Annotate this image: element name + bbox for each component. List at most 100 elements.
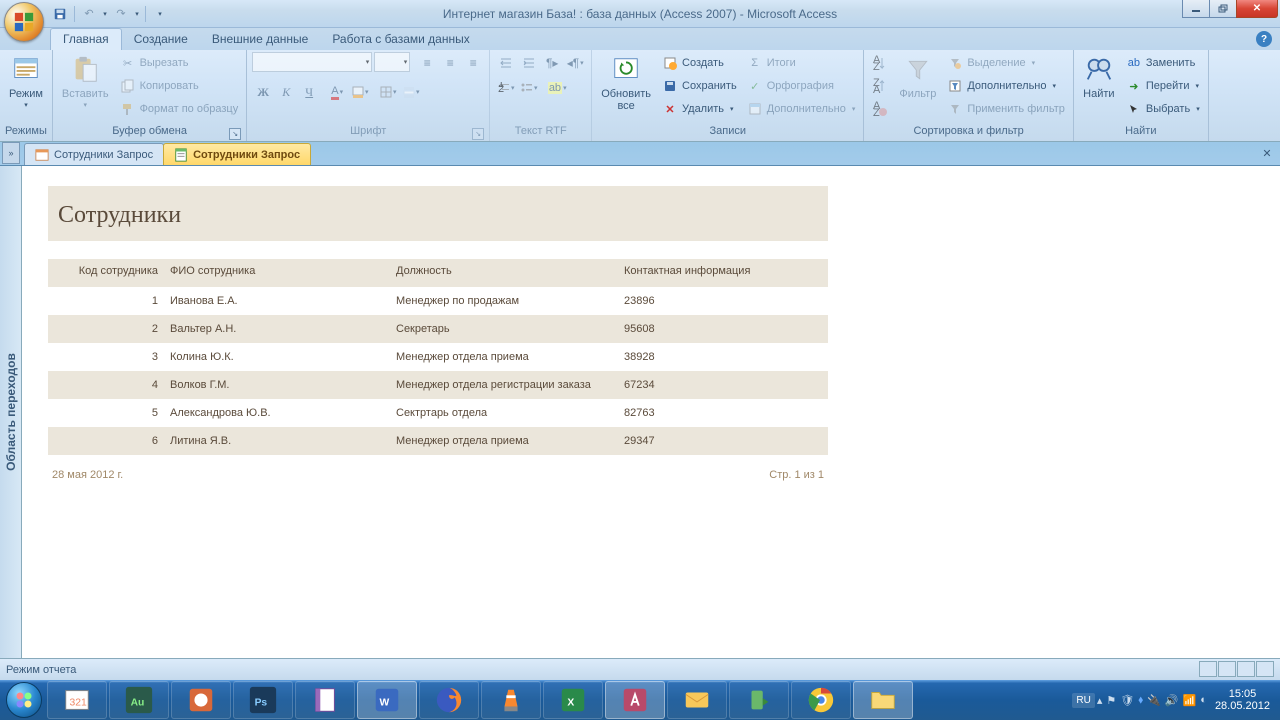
totals-button[interactable]: ΣИтоги <box>744 52 859 74</box>
bullet-list-button[interactable] <box>518 77 540 99</box>
office-button[interactable] <box>4 2 44 42</box>
copy-button[interactable]: Копировать <box>117 75 242 97</box>
tab-home[interactable]: Главная <box>50 28 122 50</box>
goto-button[interactable]: ➜Перейти▾ <box>1123 75 1203 97</box>
format-painter-button[interactable]: Формат по образцу <box>117 98 242 120</box>
spelling-button[interactable]: ✓Орфография <box>744 75 859 97</box>
close-button[interactable]: ✕ <box>1236 0 1278 18</box>
align-left-button[interactable]: ≡ <box>416 52 438 74</box>
nav-pane-toggle[interactable]: » <box>2 142 20 164</box>
bold-button[interactable]: Ж <box>252 81 274 103</box>
tray-misc-icon[interactable]: ◐ <box>1200 694 1207 706</box>
taskbar-app-chrome[interactable] <box>791 681 851 719</box>
report-row[interactable]: 6Литина Я.В.Менеджер отдела приема29347 <box>48 427 828 455</box>
increase-indent-button[interactable] <box>518 52 540 74</box>
start-button[interactable] <box>2 680 46 720</box>
more-records-button[interactable]: Дополнительно▾ <box>744 98 859 120</box>
taskbar-app-powerpoint[interactable] <box>171 681 231 719</box>
design-view-button[interactable] <box>1256 661 1274 677</box>
qat-undo-icon[interactable]: ↶ <box>79 4 99 24</box>
report-row[interactable]: 1Иванова Е.А.Менеджер по продажам23896 <box>48 287 828 315</box>
gridlines-button[interactable] <box>377 81 399 103</box>
alt-row-color-button[interactable] <box>400 81 422 103</box>
report-row[interactable]: 3Колина Ю.К.Менеджер отдела приема38928 <box>48 343 828 371</box>
tray-flag-icon[interactable]: ⚑ <box>1106 694 1116 707</box>
report-view-button[interactable] <box>1199 661 1217 677</box>
qat-save-icon[interactable] <box>50 4 70 24</box>
taskbar-app-firefox[interactable] <box>419 681 479 719</box>
ltr-button[interactable]: ¶▸ <box>541 52 563 74</box>
taskbar-app-photoshop[interactable]: Ps <box>233 681 293 719</box>
replace-button[interactable]: abЗаменить <box>1123 52 1203 74</box>
tab-external-data[interactable]: Внешние данные <box>200 29 321 50</box>
tray-clock[interactable]: 15:05 28.05.2012 <box>1209 688 1276 712</box>
restore-button[interactable] <box>1209 0 1237 18</box>
tab-create[interactable]: Создание <box>122 29 200 50</box>
new-record-button[interactable]: Создать <box>659 52 740 74</box>
delete-record-button[interactable]: ✕Удалить▾ <box>659 98 740 120</box>
tray-volume-icon[interactable]: 🔊 <box>1165 694 1179 707</box>
tray-network-icon[interactable]: 📶 <box>1183 694 1197 707</box>
taskbar-app-audition[interactable]: Au <box>109 681 169 719</box>
taskbar-app-word[interactable]: W <box>357 681 417 719</box>
minimize-button[interactable] <box>1182 0 1210 18</box>
tray-language[interactable]: RU <box>1072 693 1094 708</box>
decrease-indent-button[interactable] <box>495 52 517 74</box>
tray-power-icon[interactable]: 🔌 <box>1147 694 1161 707</box>
select-button[interactable]: Выбрать▾ <box>1123 98 1203 120</box>
view-button[interactable]: Режим▾ <box>5 52 47 112</box>
align-right-button[interactable]: ≡ <box>462 52 484 74</box>
tray-up-icon[interactable]: ▴ <box>1097 694 1103 707</box>
font-name-combo[interactable]: ▾ <box>252 52 372 72</box>
taskbar-app-onenote[interactable] <box>295 681 355 719</box>
cut-button[interactable]: ✂Вырезать <box>117 52 242 74</box>
layout-view-button[interactable] <box>1237 661 1255 677</box>
numbered-list-button[interactable]: 12 <box>495 77 517 99</box>
report-row[interactable]: 4Волков Г.М.Менеджер отдела регистрации … <box>48 371 828 399</box>
clipboard-dialog-launcher[interactable]: ↘ <box>229 128 241 140</box>
qat-customize[interactable]: ▾ <box>150 4 170 24</box>
window-title: Интернет магазин База! : база данных (Ac… <box>443 7 837 21</box>
filter-button[interactable]: Фильтр <box>895 52 940 102</box>
sort-desc-button[interactable]: ZA <box>869 75 891 97</box>
font-size-combo[interactable]: ▾ <box>374 52 410 72</box>
selection-filter-button[interactable]: Выделение▾ <box>944 52 1068 74</box>
tray-shield-icon[interactable]: 🛡 <box>1120 694 1134 707</box>
align-center-button[interactable]: ≡ <box>439 52 461 74</box>
qat-redo-menu[interactable]: ▾ <box>133 4 141 24</box>
report-row[interactable]: 2Вальтер А.Н.Секретарь95608 <box>48 315 828 343</box>
find-button[interactable]: Найти <box>1079 52 1119 102</box>
taskbar-app-excel[interactable]: X <box>543 681 603 719</box>
print-preview-button[interactable] <box>1218 661 1236 677</box>
qat-redo-icon[interactable]: ↷ <box>111 4 131 24</box>
doc-tab-report[interactable]: Сотрудники Запрос <box>163 143 311 165</box>
highlight-button[interactable]: ab <box>546 77 568 99</box>
tray-bluetooth-icon[interactable]: ⬧ <box>1138 694 1143 707</box>
taskbar-app-outlook[interactable] <box>667 681 727 719</box>
font-color-button[interactable]: A <box>326 81 348 103</box>
underline-button[interactable]: Ч <box>298 81 320 103</box>
taskbar-app-7[interactable] <box>729 681 789 719</box>
close-tab-button[interactable]: ✕ <box>1260 146 1274 160</box>
taskbar-app-vlc[interactable] <box>481 681 541 719</box>
toggle-filter-button[interactable]: Применить фильтр <box>944 98 1068 120</box>
rtl-button[interactable]: ◂¶ <box>564 52 586 74</box>
advanced-filter-button[interactable]: Дополнительно▾ <box>944 75 1068 97</box>
paste-button[interactable]: Вставить▾ <box>58 52 113 112</box>
report-row[interactable]: 5Александрова Ю.В.Сектртарь отдела82763 <box>48 399 828 427</box>
qat-undo-menu[interactable]: ▾ <box>101 4 109 24</box>
font-dialog-launcher[interactable]: ↘ <box>472 128 484 140</box>
save-record-button[interactable]: Сохранить <box>659 75 740 97</box>
doc-tab-query[interactable]: Сотрудники Запрос <box>24 143 164 165</box>
taskbar-app-explorer[interactable] <box>853 681 913 719</box>
taskbar-app-access[interactable] <box>605 681 665 719</box>
taskbar-app-1[interactable]: 321 <box>47 681 107 719</box>
tab-database-tools[interactable]: Работа с базами данных <box>320 29 481 50</box>
refresh-all-button[interactable]: Обновить все <box>597 52 655 114</box>
navigation-pane-collapsed[interactable]: Область переходов <box>0 166 22 658</box>
italic-button[interactable]: К <box>275 81 297 103</box>
help-icon[interactable]: ? <box>1256 31 1272 47</box>
fill-color-button[interactable] <box>349 81 371 103</box>
clear-sort-button[interactable]: AZ <box>869 98 891 120</box>
sort-asc-button[interactable]: AZ <box>869 52 891 74</box>
